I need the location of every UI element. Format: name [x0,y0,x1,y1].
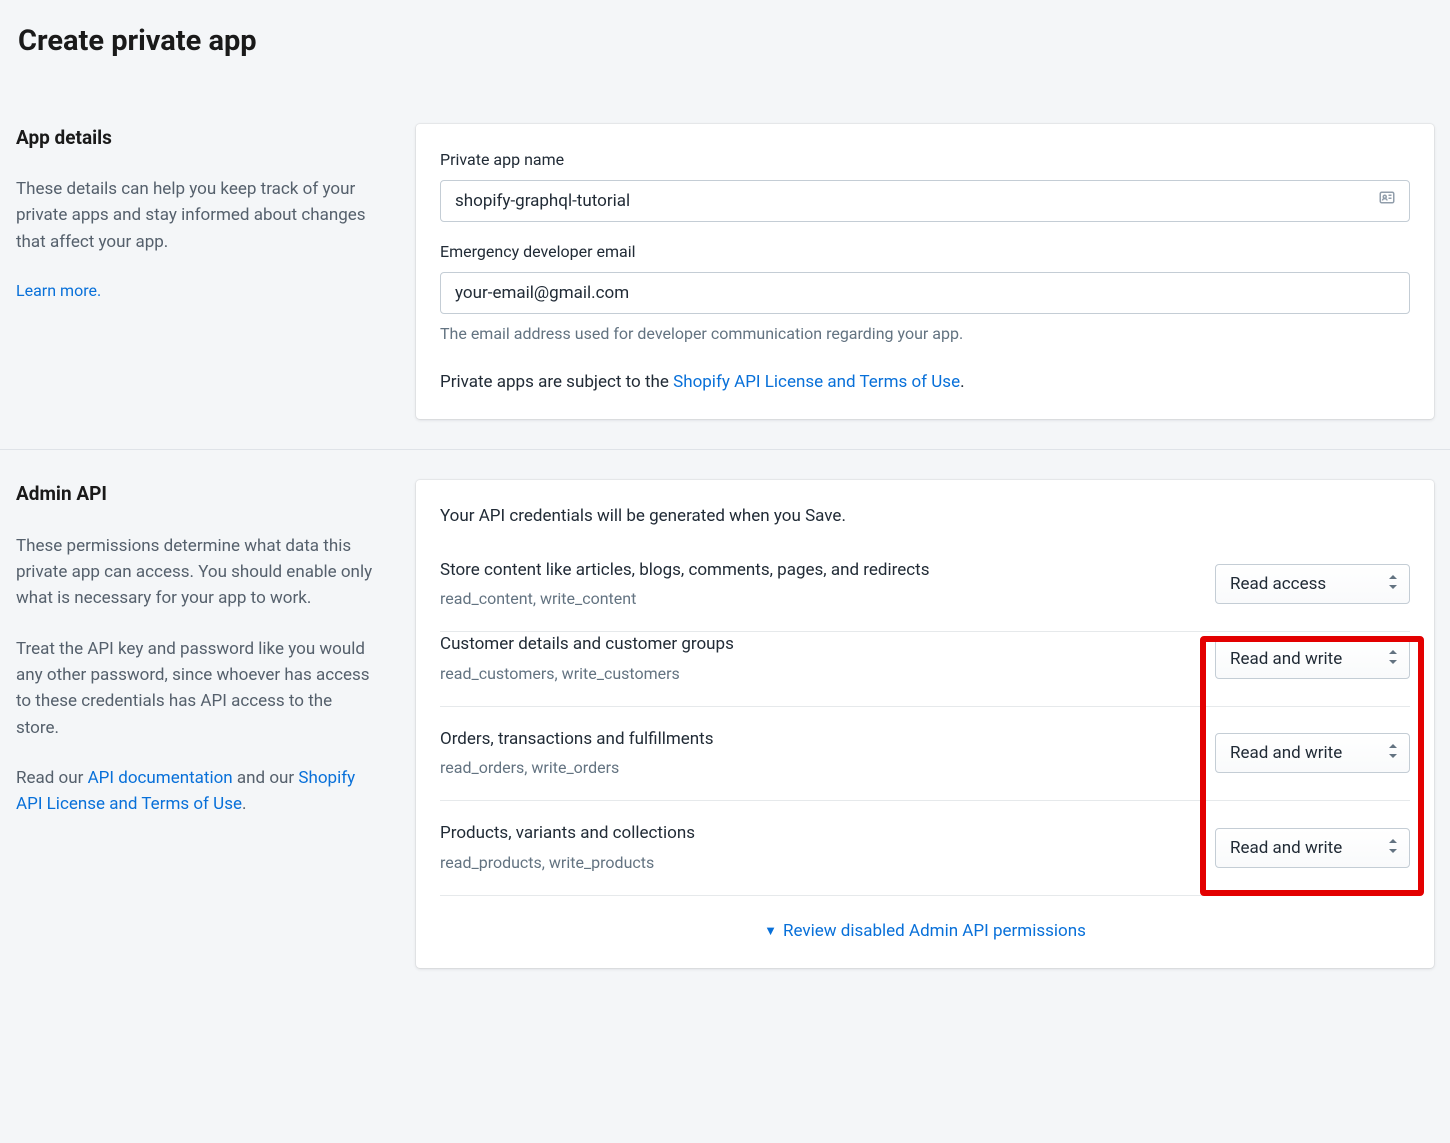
api-documentation-link[interactable]: API documentation [88,768,233,788]
admin-api-desc2: Treat the API key and password like you … [16,636,376,741]
admin-api-desc1: These permissions determine what data th… [16,533,376,612]
permission-scopes: read_content, write_content [440,587,1195,611]
app-details-section: App details These details can help you k… [16,124,1434,420]
learn-more-link[interactable]: Learn more. [16,281,101,300]
permission-row-orders: Orders, transactions and fulfillments re… [440,707,1410,802]
permission-scopes: read_orders, write_orders [440,756,1195,780]
app-name-label: Private app name [440,148,1410,172]
credentials-note: Your API credentials will be generated w… [440,504,1410,530]
permission-select-content[interactable]: Read access [1215,564,1410,604]
permission-title: Orders, transactions and fulfillments [440,727,1195,753]
admin-api-docs: Read our API documentation and our Shopi… [16,765,376,818]
terms-link[interactable]: Shopify API License and Terms of Use [673,372,960,392]
email-help-text: The email address used for developer com… [440,322,1410,346]
page-title: Create private app [18,20,1434,64]
admin-api-section: Admin API These permissions determine wh… [16,480,1434,968]
email-label: Emergency developer email [440,240,1410,264]
permission-title: Products, variants and collections [440,821,1195,847]
section-divider [0,449,1450,450]
permission-select-orders[interactable]: Read and write [1215,733,1410,773]
permission-scopes: read_customers, write_customers [440,662,1195,686]
app-details-card: Private app name Emergency [416,124,1434,420]
permission-row-content: Store content like articles, blogs, comm… [440,558,1410,633]
admin-api-heading: Admin API [16,480,376,509]
permission-title: Customer details and customer groups [440,632,1195,658]
review-disabled-permissions-link[interactable]: ▼ Review disabled Admin API permissions [764,919,1086,945]
admin-api-card: Your API credentials will be generated w… [416,480,1434,968]
terms-text: Private apps are subject to the Shopify … [440,370,1410,396]
app-details-heading: App details [16,124,376,153]
app-details-description: These details can help you keep track of… [16,176,376,255]
app-name-input[interactable] [440,180,1410,222]
email-input[interactable] [440,272,1410,314]
permission-select-customers[interactable]: Read and write [1215,639,1410,679]
permission-row-customers: Customer details and customer groups rea… [440,632,1410,707]
permission-row-products: Products, variants and collections read_… [440,801,1410,896]
permission-title: Store content like articles, blogs, comm… [440,558,1195,584]
triangle-down-icon: ▼ [764,922,777,942]
permission-scopes: read_products, write_products [440,851,1195,875]
permission-select-products[interactable]: Read and write [1215,828,1410,868]
